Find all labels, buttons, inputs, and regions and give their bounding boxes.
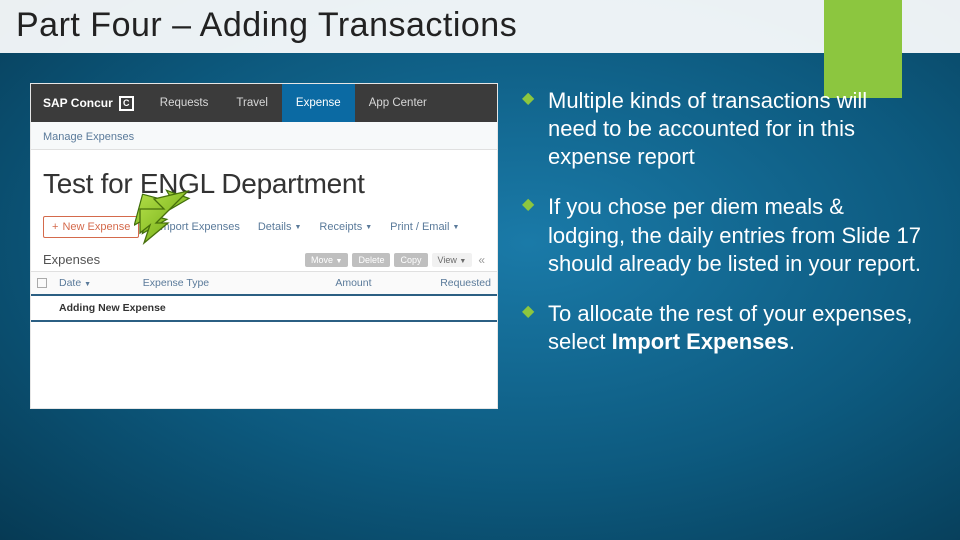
nav-expense[interactable]: Expense (282, 84, 355, 122)
delete-button[interactable]: Delete (352, 253, 390, 267)
adding-new-expense-row[interactable]: Adding New Expense (31, 295, 497, 321)
expenses-section-header: Expenses Move ▼ Delete Copy View ▼ « (31, 248, 497, 271)
select-all-checkbox[interactable] (37, 278, 47, 288)
concur-app-screenshot: SAP Concur C Requests Travel Expense App… (30, 83, 498, 409)
col-amount[interactable]: Amount (286, 272, 378, 296)
receipts-dropdown[interactable]: Receipts ▼ (319, 221, 372, 233)
expenses-label: Expenses (43, 252, 100, 267)
brand: SAP Concur C (31, 96, 146, 111)
chevron-down-icon: ▼ (84, 281, 91, 288)
bullet-2: If you chose per diem meals & lodging, t… (522, 193, 922, 277)
bullet-1: Multiple kinds of transactions will need… (522, 87, 922, 171)
brand-logo-icon: C (119, 96, 134, 111)
slide-root: Part Four – Adding Transactions SAP Conc… (0, 0, 960, 540)
app-topbar: SAP Concur C Requests Travel Expense App… (31, 84, 497, 122)
col-requested[interactable]: Requested (378, 272, 498, 296)
breadcrumb[interactable]: Manage Expenses (31, 122, 497, 150)
table-empty-space (31, 322, 497, 408)
slide-title: Part Four – Adding Transactions (0, 0, 960, 53)
primary-nav: Requests Travel Expense App Center (146, 84, 441, 122)
print-email-label: Print / Email (390, 221, 449, 233)
content-row: SAP Concur C Requests Travel Expense App… (30, 83, 930, 409)
chevron-down-icon: ▼ (459, 258, 466, 265)
new-expense-label: New Expense (62, 221, 130, 233)
bullet-3: To allocate the rest of your expenses, s… (522, 300, 922, 356)
adding-row-text: Adding New Expense (53, 295, 497, 321)
expense-table: Date ▼ Expense Type Amount Requested Add… (31, 271, 497, 322)
col-date[interactable]: Date ▼ (53, 272, 137, 296)
copy-button[interactable]: Copy (394, 253, 427, 267)
details-dropdown[interactable]: Details ▼ (258, 221, 302, 233)
col-expense-type[interactable]: Expense Type (137, 272, 286, 296)
import-expenses-link[interactable]: Import Expenses (157, 221, 240, 233)
report-title: Test for ENGL Department (31, 150, 497, 202)
brand-text: SAP Concur (43, 96, 113, 110)
print-email-dropdown[interactable]: Print / Email ▼ (390, 221, 459, 233)
new-expense-button[interactable]: + New Expense (43, 216, 139, 238)
receipts-label: Receipts (319, 221, 362, 233)
bullet-list: Multiple kinds of transactions will need… (522, 87, 922, 356)
report-toolbar: + New Expense Import Expenses Details ▼ … (31, 202, 497, 248)
plus-icon: + (52, 221, 58, 233)
table-header-row: Date ▼ Expense Type Amount Requested (31, 272, 497, 296)
collapse-icon[interactable]: « (478, 253, 485, 267)
nav-appcenter[interactable]: App Center (355, 84, 441, 122)
nav-travel[interactable]: Travel (222, 84, 282, 122)
chevron-down-icon: ▼ (452, 224, 459, 231)
nav-requests[interactable]: Requests (146, 84, 223, 122)
screenshot-column: SAP Concur C Requests Travel Expense App… (30, 83, 498, 409)
move-button[interactable]: Move ▼ (305, 253, 348, 267)
details-label: Details (258, 221, 292, 233)
chevron-down-icon: ▼ (365, 224, 372, 231)
chevron-down-icon: ▼ (294, 224, 301, 231)
chevron-down-icon: ▼ (336, 258, 343, 265)
accent-decoration (824, 0, 902, 98)
bullets-column: Multiple kinds of transactions will need… (522, 83, 930, 409)
row-mini-actions: Move ▼ Delete Copy View ▼ « (305, 253, 485, 267)
view-button[interactable]: View ▼ (432, 253, 473, 267)
